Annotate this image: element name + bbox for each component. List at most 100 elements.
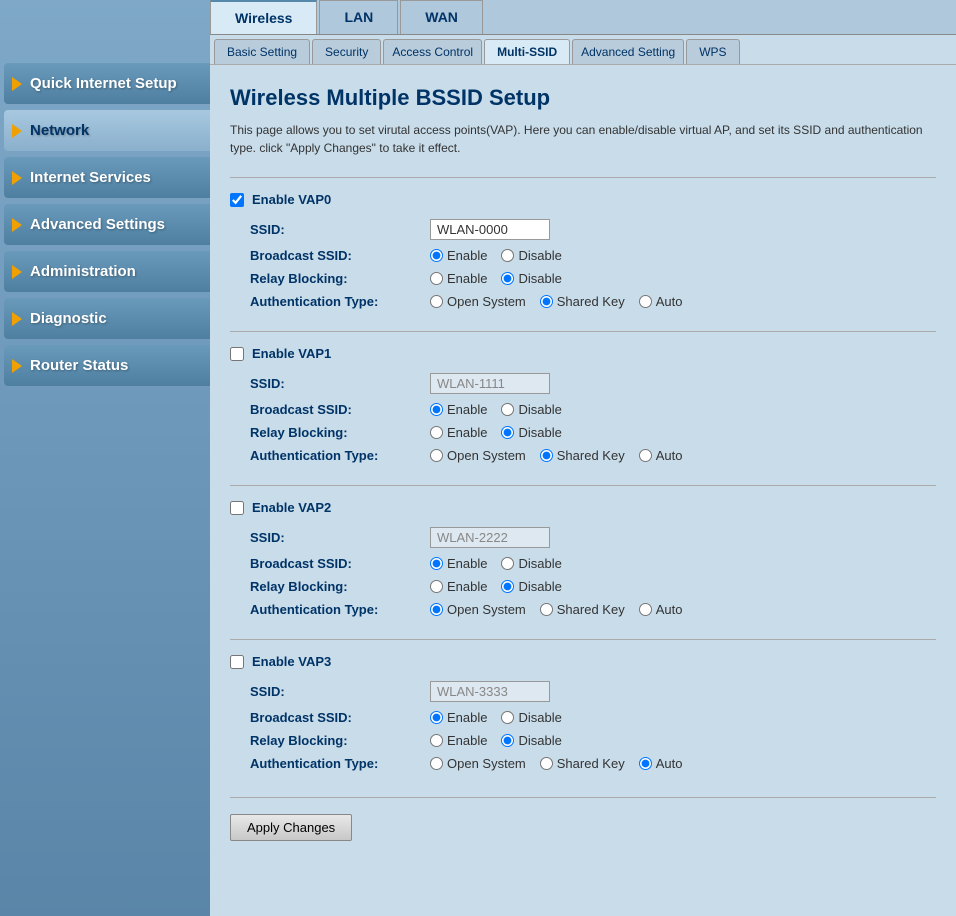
sidebar-item-quick-internet-setup[interactable]: Quick Internet Setup: [4, 63, 210, 104]
vap1-broadcast-enable-radio[interactable]: [430, 403, 443, 416]
vap1-broadcast-disable-radio[interactable]: [501, 403, 514, 416]
vap3-auth-auto-radio[interactable]: [639, 757, 652, 770]
vap1-auth-auto-radio[interactable]: [639, 449, 652, 462]
vap0-relay-disable-option[interactable]: Disable: [501, 271, 561, 286]
vap2-auth-open-radio[interactable]: [430, 603, 443, 616]
vap2-relay-label: Relay Blocking:: [250, 579, 430, 594]
vap0-relay-enable-option[interactable]: Enable: [430, 271, 487, 286]
vap1-broadcast-disable-option[interactable]: Disable: [501, 402, 561, 417]
subtab-basic-setting[interactable]: Basic Setting: [214, 39, 310, 64]
apply-changes-button[interactable]: Apply Changes: [230, 814, 352, 841]
vap1-broadcast-options: Enable Disable: [430, 402, 562, 417]
vap3-auth-open-option[interactable]: Open System: [430, 756, 526, 771]
vap0-broadcast-enable-radio[interactable]: [430, 249, 443, 262]
vap1-broadcast-row: Broadcast SSID: Enable Disable: [230, 402, 936, 417]
arrow-icon: [12, 171, 22, 185]
vap0-relay-enable-radio[interactable]: [430, 272, 443, 285]
vap2-enable-label: Enable VAP2: [252, 500, 331, 515]
vap0-auth-row: Authentication Type: Open System Shared …: [230, 294, 936, 309]
vap0-ssid-input[interactable]: [430, 219, 550, 240]
vap2-enable-checkbox[interactable]: [230, 501, 244, 515]
vap3-auth-row: Authentication Type: Open System Shared …: [230, 756, 936, 771]
vap2-auth-open-option[interactable]: Open System: [430, 602, 526, 617]
vap0-auth-open-radio[interactable]: [430, 295, 443, 308]
vap1-ssid-row: SSID:: [230, 373, 936, 394]
vap1-auth-open-option[interactable]: Open System: [430, 448, 526, 463]
vap3-broadcast-enable-radio[interactable]: [430, 711, 443, 724]
subtab-security[interactable]: Security: [312, 39, 381, 64]
vap3-auth-auto-option[interactable]: Auto: [639, 756, 683, 771]
tab-wan[interactable]: WAN: [400, 0, 483, 34]
vap3-auth-shared-radio[interactable]: [540, 757, 553, 770]
vap3-broadcast-options: Enable Disable: [430, 710, 562, 725]
vap2-broadcast-enable-radio[interactable]: [430, 557, 443, 570]
vap3-relay-disable-radio[interactable]: [501, 734, 514, 747]
vap2-broadcast-enable-option[interactable]: Enable: [430, 556, 487, 571]
vap3-broadcast-disable-option[interactable]: Disable: [501, 710, 561, 725]
vap1-ssid-input[interactable]: [430, 373, 550, 394]
vap0-enable-checkbox[interactable]: [230, 193, 244, 207]
vap2-auth-label: Authentication Type:: [250, 602, 430, 617]
vap2-broadcast-row: Broadcast SSID: Enable Disable: [230, 556, 936, 571]
sidebar-item-router-status[interactable]: Router Status: [4, 345, 210, 386]
subtab-access-control[interactable]: Access Control: [383, 39, 482, 64]
vap3-broadcast-disable-radio[interactable]: [501, 711, 514, 724]
vap3-auth-shared-option[interactable]: Shared Key: [540, 756, 625, 771]
vap2-broadcast-disable-option[interactable]: Disable: [501, 556, 561, 571]
vap0-auth-open-option[interactable]: Open System: [430, 294, 526, 309]
vap0-relay-disable-radio[interactable]: [501, 272, 514, 285]
arrow-icon: [12, 265, 22, 279]
vap1-broadcast-enable-option[interactable]: Enable: [430, 402, 487, 417]
vap0-ssid-row: SSID:: [230, 219, 936, 240]
vap3-enable-checkbox[interactable]: [230, 655, 244, 669]
sidebar-item-advanced-settings[interactable]: Advanced Settings: [4, 204, 210, 245]
vap3-ssid-input[interactable]: [430, 681, 550, 702]
vap0-broadcast-disable-option[interactable]: Disable: [501, 248, 561, 263]
subtab-advanced-setting[interactable]: Advanced Setting: [572, 39, 684, 64]
vap2-auth-auto-radio[interactable]: [639, 603, 652, 616]
vap3-broadcast-enable-option[interactable]: Enable: [430, 710, 487, 725]
vap0-auth-auto-radio[interactable]: [639, 295, 652, 308]
vap1-auth-shared-option[interactable]: Shared Key: [540, 448, 625, 463]
vap1-relay-enable-option[interactable]: Enable: [430, 425, 487, 440]
vap1-relay-disable-radio[interactable]: [501, 426, 514, 439]
sidebar-item-internet-services[interactable]: Internet Services: [4, 157, 210, 198]
subtab-wps[interactable]: WPS: [686, 39, 739, 64]
vap0-auth-auto-option[interactable]: Auto: [639, 294, 683, 309]
vap0-broadcast-disable-radio[interactable]: [501, 249, 514, 262]
sidebar-item-network[interactable]: Network: [4, 110, 210, 151]
vap2-auth-shared-radio[interactable]: [540, 603, 553, 616]
vap1-relay-disable-option[interactable]: Disable: [501, 425, 561, 440]
tab-wireless[interactable]: Wireless: [210, 0, 317, 34]
sidebar-item-diagnostic[interactable]: Diagnostic: [4, 298, 210, 339]
vap0-broadcast-enable-option[interactable]: Enable: [430, 248, 487, 263]
vap0-auth-shared-radio[interactable]: [540, 295, 553, 308]
vap1-enable-checkbox[interactable]: [230, 347, 244, 361]
vap2-relay-enable-radio[interactable]: [430, 580, 443, 593]
vap2-auth-shared-option[interactable]: Shared Key: [540, 602, 625, 617]
vap2-relay-disable-option[interactable]: Disable: [501, 579, 561, 594]
vap1-auth-shared-radio[interactable]: [540, 449, 553, 462]
vap3-relay-label: Relay Blocking:: [250, 733, 430, 748]
vap3-relay-enable-radio[interactable]: [430, 734, 443, 747]
vap2-enable-row: Enable VAP2: [230, 500, 936, 515]
vap1-section: Enable VAP1 SSID: Broadcast SSID: Enable: [230, 331, 936, 485]
vap2-broadcast-disable-radio[interactable]: [501, 557, 514, 570]
vap2-relay-enable-option[interactable]: Enable: [430, 579, 487, 594]
sidebar-item-administration[interactable]: Administration: [4, 251, 210, 292]
vap3-relay-disable-option[interactable]: Disable: [501, 733, 561, 748]
vap3-relay-row: Relay Blocking: Enable Disable: [230, 733, 936, 748]
subtab-multi-ssid[interactable]: Multi-SSID: [484, 39, 570, 64]
vap3-relay-enable-option[interactable]: Enable: [430, 733, 487, 748]
vap2-auth-auto-option[interactable]: Auto: [639, 602, 683, 617]
vap2-ssid-input[interactable]: [430, 527, 550, 548]
vap2-relay-disable-radio[interactable]: [501, 580, 514, 593]
vap1-relay-enable-radio[interactable]: [430, 426, 443, 439]
vap1-auth-auto-option[interactable]: Auto: [639, 448, 683, 463]
vap3-auth-open-radio[interactable]: [430, 757, 443, 770]
vap1-enable-label: Enable VAP1: [252, 346, 331, 361]
vap1-auth-open-radio[interactable]: [430, 449, 443, 462]
vap0-auth-shared-option[interactable]: Shared Key: [540, 294, 625, 309]
tab-lan[interactable]: LAN: [319, 0, 398, 34]
vap2-broadcast-options: Enable Disable: [430, 556, 562, 571]
